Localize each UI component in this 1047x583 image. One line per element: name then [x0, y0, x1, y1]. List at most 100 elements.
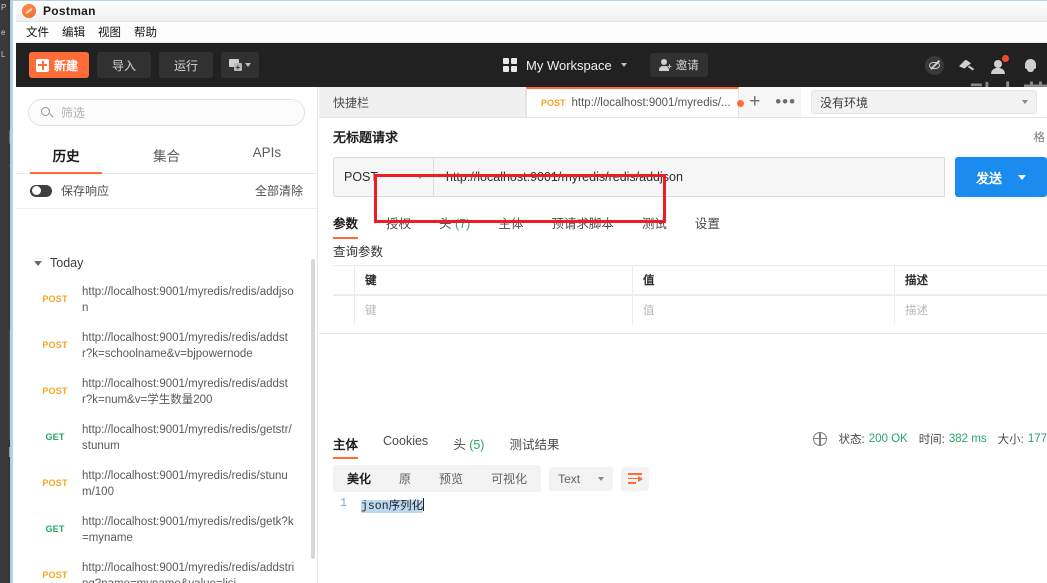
table-header-row: 键 值 描述 — [333, 265, 1047, 295]
list-item[interactable]: POST http://localhost:9001/myredis/redis… — [16, 553, 317, 583]
satellite-icon[interactable] — [957, 56, 976, 75]
list-item[interactable]: POST http://localhost:9001/myredis/redis… — [16, 323, 317, 369]
search-input[interactable] — [61, 105, 292, 120]
tab-params[interactable]: 参数 — [333, 209, 359, 239]
request-url: http://localhost:9001/myredis/redis/adds… — [82, 562, 295, 583]
tab-label: 授权 — [386, 217, 412, 231]
list-item[interactable]: POST http://localhost:9001/myredis/redis… — [16, 277, 317, 323]
list-item[interactable]: GET http://localhost:9001/myredis/redis/… — [16, 415, 317, 461]
menu-item-help[interactable]: 帮助 — [134, 24, 157, 40]
text-caret — [423, 498, 425, 511]
url-input[interactable] — [433, 157, 945, 197]
background-text-p: P — [1, 3, 7, 12]
tab-response-cookies[interactable]: Cookies — [383, 431, 428, 459]
bell-icon[interactable] — [1021, 56, 1040, 75]
plus-icon: + — [749, 91, 761, 112]
cell-description[interactable]: 描述 — [895, 296, 1047, 324]
person-add-icon: + — [658, 59, 672, 71]
http-method-select[interactable]: POST — [333, 157, 433, 197]
wrap-lines-button[interactable] — [621, 466, 650, 491]
new-collection-button[interactable]: + — [221, 52, 260, 78]
response-body-text[interactable]: json序列化 — [361, 497, 425, 513]
invite-button-label: 邀请 — [675, 60, 699, 72]
request-tab-bar: 快捷栏 POST http://localhost:9001/myredis/.… — [319, 87, 801, 118]
list-item[interactable]: GET http://localhost:9001/myredis/redis/… — [16, 507, 317, 553]
chevron-down-icon — [1022, 100, 1028, 104]
save-responses-toggle-wrap[interactable]: 保存响应 — [30, 182, 109, 199]
app-header: 新建 导入 运行 + My Workspace + 邀请 — [16, 43, 1047, 110]
environment-select[interactable]: 没有环境 — [811, 90, 1037, 114]
tab-label: 参数 — [333, 217, 359, 231]
postman-logo-icon — [22, 4, 36, 18]
history-group-today[interactable]: Today — [16, 245, 317, 277]
new-button-label: 新建 — [54, 58, 79, 73]
line-number: 1 — [340, 497, 347, 510]
tab-shortcut-bar[interactable]: 快捷栏 — [319, 87, 526, 117]
time-label: 时间: — [918, 434, 945, 446]
tab-response-body[interactable]: 主体 — [333, 431, 359, 459]
grid-icon — [503, 58, 517, 72]
tab-pre-request-script[interactable]: 预请求脚本 — [551, 209, 614, 239]
sidebar: 历史 集合 APIs 保存响应 全部清除 Today — [16, 87, 318, 583]
tab-headers[interactable]: 头 (7) — [439, 209, 470, 239]
request-url: http://localhost:9001/myredis/redis/getk… — [82, 516, 294, 544]
menu-bar: 文件 编辑 视图 帮助 — [16, 22, 1047, 43]
tab-response-headers[interactable]: 头 (5) — [453, 431, 484, 459]
background-text-e: e — [1, 28, 6, 37]
new-tab-button[interactable]: + — [739, 87, 770, 117]
sidebar-tab-collections[interactable]: 集合 — [116, 138, 216, 173]
new-button[interactable]: 新建 — [29, 52, 90, 78]
tab-authorization[interactable]: 授权 — [386, 209, 411, 239]
view-visualize[interactable]: 可视化 — [477, 465, 541, 492]
menu-item-edit[interactable]: 编辑 — [62, 24, 85, 40]
table-row[interactable]: 键 值 描述 — [333, 295, 1047, 324]
save-responses-label: 保存响应 — [61, 184, 110, 198]
list-item[interactable]: POST http://localhost:9001/myredis/redis… — [16, 461, 317, 507]
menu-item-view[interactable]: 视图 — [98, 24, 121, 40]
view-preview[interactable]: 预览 — [425, 465, 477, 492]
workspace-selector[interactable]: My Workspace + 邀请 — [503, 43, 708, 87]
response-tabs: 主体 Cookies 头 (5) 测试结果 — [333, 431, 584, 459]
header-icon-group — [925, 43, 1040, 87]
tab-options-button[interactable]: ••• — [770, 87, 801, 117]
tab-count: (5) — [469, 438, 485, 452]
main-panel: 快捷栏 POST http://localhost:9001/myredis/.… — [319, 87, 1047, 583]
view-pretty[interactable]: 美化 — [333, 465, 385, 492]
tab-test-results[interactable]: 测试结果 — [509, 431, 559, 459]
row-checkbox[interactable] — [333, 296, 355, 324]
tab-settings[interactable]: 设置 — [695, 209, 720, 239]
tab-label: 快捷栏 — [333, 95, 370, 110]
response-format-select[interactable]: Text — [549, 466, 614, 491]
history-group-title: Today — [50, 256, 84, 270]
clear-all-button[interactable]: 全部清除 — [255, 182, 303, 199]
runner-button[interactable]: 运行 — [159, 52, 214, 78]
sidebar-tab-apis[interactable]: APIs — [217, 138, 317, 173]
save-responses-toggle[interactable] — [30, 184, 52, 197]
tab-active-request[interactable]: POST http://localhost:9001/myredis/... — [526, 87, 744, 117]
tab-tests[interactable]: 测试 — [642, 209, 667, 239]
request-url: http://localhost:9001/myredis/redis/stun… — [82, 470, 288, 498]
menu-item-file[interactable]: 文件 — [26, 24, 49, 40]
tab-body[interactable]: 主体 — [498, 209, 523, 239]
account-icon[interactable] — [989, 54, 1009, 75]
invite-button[interactable]: + 邀请 — [649, 53, 708, 77]
cell-value[interactable]: 值 — [633, 296, 895, 324]
import-button[interactable]: 导入 — [97, 52, 152, 78]
response-divider — [319, 333, 1047, 334]
table-header-description: 描述 — [905, 275, 928, 287]
chevron-down-icon — [1018, 174, 1026, 180]
history-list[interactable]: Today POST http://localhost:9001/myredis… — [16, 245, 317, 583]
request-method: POST — [42, 386, 68, 396]
view-raw[interactable]: 原 — [385, 465, 425, 492]
search-box[interactable] — [28, 99, 305, 126]
tab-label: 主体 — [333, 438, 359, 452]
tab-label: 测试结果 — [509, 438, 560, 452]
tab-label: 主体 — [498, 217, 524, 231]
list-item[interactable]: POST http://localhost:9001/myredis/redis… — [16, 369, 317, 415]
sidebar-tab-history[interactable]: 历史 — [16, 138, 116, 174]
sync-off-icon[interactable] — [925, 55, 944, 75]
send-button[interactable]: 发送 — [955, 157, 1047, 197]
cell-key[interactable]: 键 — [355, 296, 633, 324]
sidebar-scrollbar[interactable] — [311, 259, 315, 559]
response-body-viewer[interactable]: 1 json序列化 — [333, 497, 1047, 583]
